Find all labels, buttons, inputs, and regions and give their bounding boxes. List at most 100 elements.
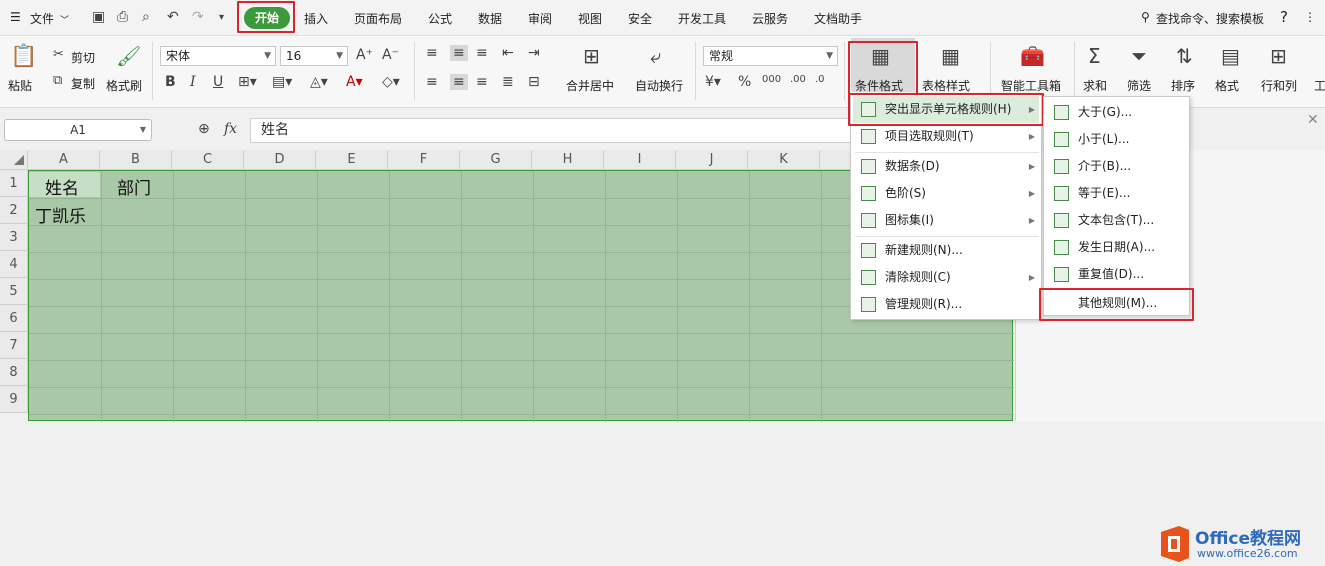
- close-icon[interactable]: ✕: [1307, 112, 1319, 128]
- hamburger-icon[interactable]: ☰: [10, 10, 21, 24]
- font-name-select[interactable]: 宋体 ▼: [160, 46, 276, 66]
- decrease-decimal-icon[interactable]: .0: [815, 74, 825, 85]
- fx-icon[interactable]: fx: [224, 121, 237, 137]
- column-header-a[interactable]: A: [28, 150, 100, 170]
- cut-button[interactable]: 剪切: [71, 49, 95, 66]
- row-header-6[interactable]: 6: [0, 305, 28, 332]
- print-icon[interactable]: ⎙: [117, 9, 128, 25]
- submenu-less-than[interactable]: 小于(L)...: [1044, 126, 1189, 153]
- format-painter-button[interactable]: 格式刷: [106, 77, 142, 94]
- row-header-1[interactable]: 1: [0, 170, 28, 197]
- merge-center-icon[interactable]: ⊞: [583, 44, 600, 68]
- redo-icon[interactable]: ↷: [192, 9, 204, 25]
- format-icon[interactable]: ▤: [1221, 44, 1240, 68]
- filter-icon[interactable]: ⏷: [1131, 44, 1147, 68]
- undo-icon[interactable]: ↶: [167, 9, 179, 25]
- fill-pattern-icon[interactable]: ▤▾: [272, 74, 292, 90]
- file-menu[interactable]: 文件: [30, 10, 54, 27]
- bold-icon[interactable]: B: [165, 74, 176, 90]
- help-icon[interactable]: ?: [1280, 8, 1288, 26]
- row-col-icon[interactable]: ⊞: [1270, 44, 1287, 68]
- tab-formula[interactable]: 公式: [428, 10, 452, 27]
- thousands-icon[interactable]: 000: [762, 74, 781, 85]
- menu-item-new-rule[interactable]: 新建规则(N)...: [851, 237, 1041, 264]
- smart-toolbox-button[interactable]: 智能工具箱: [1001, 77, 1061, 94]
- indent-increase-icon[interactable]: ⇥: [528, 45, 540, 61]
- more-icon[interactable]: ⋮: [1304, 10, 1316, 24]
- row-header-4[interactable]: 4: [0, 251, 28, 278]
- cut-icon[interactable]: ✂: [53, 47, 64, 62]
- submenu-duplicate-values[interactable]: 重复值(D)...: [1044, 261, 1189, 288]
- column-header-e[interactable]: E: [316, 150, 388, 170]
- column-header-i[interactable]: I: [604, 150, 676, 170]
- clear-icon[interactable]: ◇▾: [382, 74, 400, 90]
- percent-icon[interactable]: %: [738, 74, 751, 90]
- tab-review[interactable]: 审阅: [528, 10, 552, 27]
- format-button[interactable]: 格式: [1215, 77, 1239, 94]
- format-painter-icon[interactable]: 🖌: [116, 44, 141, 68]
- decrease-font-icon[interactable]: A⁻: [382, 47, 399, 63]
- sort-icon[interactable]: ⇅: [1176, 44, 1193, 68]
- wrap-text-button[interactable]: 自动换行: [635, 77, 683, 94]
- indent-decrease-icon[interactable]: ⇤: [502, 45, 514, 61]
- worksheet-button[interactable]: 工: [1314, 77, 1325, 94]
- column-header-h[interactable]: H: [532, 150, 604, 170]
- cell-a2[interactable]: 丁凯乐: [35, 202, 86, 227]
- row-header-2[interactable]: 2: [0, 197, 28, 224]
- select-all-corner[interactable]: [0, 150, 28, 170]
- row-col-button[interactable]: 行和列: [1261, 77, 1297, 94]
- align-bottom-icon[interactable]: ≡: [476, 45, 488, 61]
- sort-button[interactable]: 排序: [1171, 77, 1195, 94]
- submenu-between[interactable]: 介于(B)...: [1044, 153, 1189, 180]
- column-header-k[interactable]: K: [748, 150, 820, 170]
- name-box[interactable]: A1 ▼: [4, 119, 152, 141]
- submenu-greater-than[interactable]: 大于(G)...: [1044, 99, 1189, 126]
- chevron-down-icon[interactable]: ﹀: [60, 13, 69, 26]
- cell-a1[interactable]: 姓名: [45, 174, 79, 199]
- row-header-5[interactable]: 5: [0, 278, 28, 305]
- tab-doc-assistant[interactable]: 文档助手: [814, 10, 862, 27]
- submenu-equal-to[interactable]: 等于(E)...: [1044, 180, 1189, 207]
- paste-icon[interactable]: 📋: [10, 44, 37, 69]
- wrap-text-icon[interactable]: ⤶: [650, 44, 661, 68]
- align-middle-icon[interactable]: ≡: [450, 45, 468, 61]
- search-icon[interactable]: ⚲: [1141, 10, 1150, 24]
- menu-item-top-bottom-rules[interactable]: 项目选取规则(T) ▶: [851, 123, 1041, 150]
- print-preview-icon[interactable]: ⌕: [142, 9, 150, 25]
- merge-center-button[interactable]: 合并居中: [566, 77, 614, 94]
- align-center-icon[interactable]: ≡: [450, 74, 468, 90]
- tab-data[interactable]: 数据: [478, 10, 502, 27]
- menu-item-manage-rules[interactable]: 管理规则(R)...: [851, 291, 1041, 318]
- copy-button[interactable]: 复制: [71, 75, 95, 92]
- tab-security[interactable]: 安全: [628, 10, 652, 27]
- submenu-text-contains[interactable]: 文本包含(T)...: [1044, 207, 1189, 234]
- justify-icon[interactable]: ≣: [502, 74, 514, 90]
- border-icon[interactable]: ⊞▾: [238, 74, 257, 90]
- align-right-icon[interactable]: ≡: [476, 74, 488, 90]
- row-header-7[interactable]: 7: [0, 332, 28, 359]
- font-size-select[interactable]: 16 ▼: [280, 46, 348, 66]
- copy-icon[interactable]: ⧉: [53, 73, 62, 88]
- menu-item-color-scales[interactable]: 色阶(S) ▶: [851, 180, 1041, 207]
- tab-view[interactable]: 视图: [578, 10, 602, 27]
- submenu-date-occurring[interactable]: 发生日期(A)...: [1044, 234, 1189, 261]
- column-header-c[interactable]: C: [172, 150, 244, 170]
- zoom-icon[interactable]: ⊕: [198, 121, 210, 137]
- paste-button[interactable]: 粘贴: [8, 77, 32, 94]
- increase-decimal-icon[interactable]: .00: [790, 74, 806, 85]
- underline-icon[interactable]: U: [213, 74, 223, 90]
- column-header-d[interactable]: D: [244, 150, 316, 170]
- fill-color-icon[interactable]: ◬▾: [310, 74, 328, 90]
- search-command[interactable]: 查找命令、搜索模板: [1156, 10, 1264, 27]
- sum-icon[interactable]: Σ: [1088, 44, 1101, 68]
- menu-item-clear-rules[interactable]: 清除规则(C) ▶: [851, 264, 1041, 291]
- cell-b1[interactable]: 部门: [117, 174, 151, 199]
- italic-icon[interactable]: I: [190, 74, 196, 90]
- column-header-g[interactable]: G: [460, 150, 532, 170]
- column-header-f[interactable]: F: [388, 150, 460, 170]
- filter-button[interactable]: 筛选: [1127, 77, 1151, 94]
- table-style-icon[interactable]: ▦: [941, 44, 960, 68]
- column-header-j[interactable]: J: [676, 150, 748, 170]
- number-format-select[interactable]: 常规 ▼: [703, 46, 838, 66]
- tab-insert[interactable]: 插入: [304, 10, 328, 27]
